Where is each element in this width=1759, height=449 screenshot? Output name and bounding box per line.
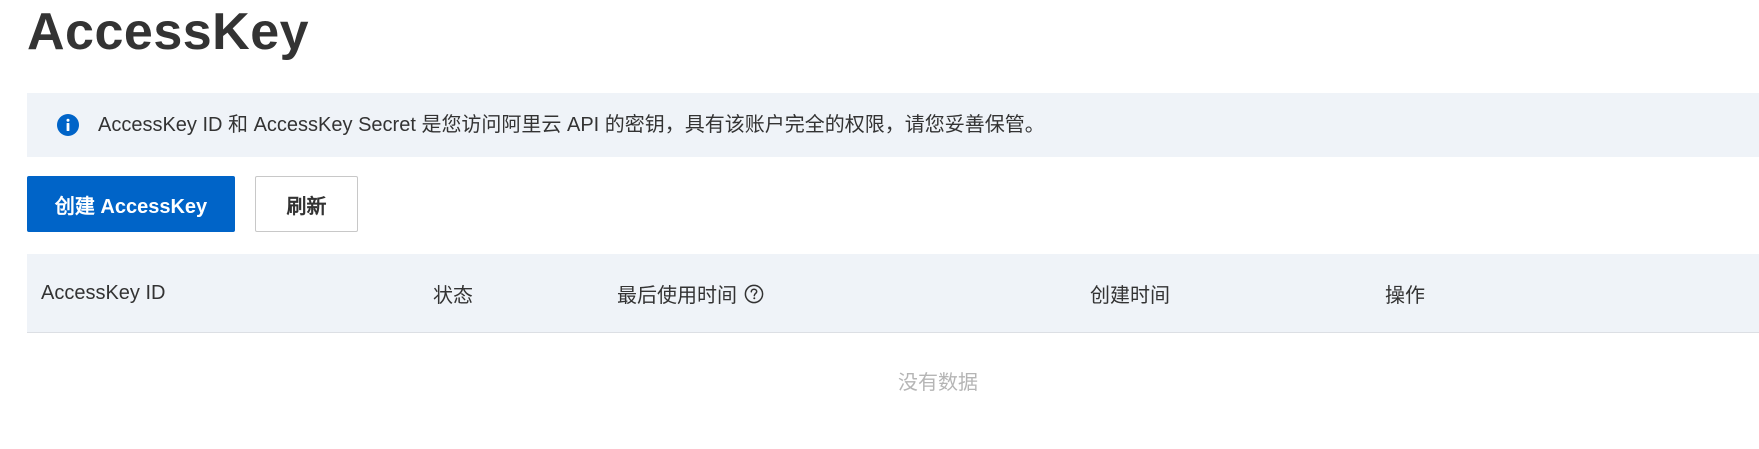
info-notice: AccessKey ID 和 AccessKey Secret 是您访问阿里云 …: [27, 93, 1759, 157]
page: AccessKey AccessKey ID 和 AccessKey Secre…: [0, 0, 1759, 449]
create-accesskey-button[interactable]: 创建 AccessKey: [27, 176, 235, 232]
column-header-last-used: 最后使用时间: [617, 254, 764, 333]
column-header-label: 创建时间: [1090, 285, 1170, 307]
column-header-label: AccessKey ID: [41, 282, 166, 304]
column-header-label: 操作: [1385, 285, 1425, 307]
notice-text: AccessKey ID 和 AccessKey Secret 是您访问阿里云 …: [98, 114, 1045, 136]
column-header-status: 状态: [433, 254, 473, 333]
table-header: AccessKey ID 状态 最后使用时间 创建时间 操作: [27, 254, 1759, 333]
info-icon: [57, 114, 79, 136]
refresh-button[interactable]: 刷新: [255, 176, 358, 232]
column-header-actions: 操作: [1385, 254, 1425, 333]
help-icon[interactable]: [744, 284, 764, 304]
page-title: AccessKey: [27, 3, 310, 61]
column-header-label: 状态: [433, 285, 473, 307]
column-header-accesskey-id: AccessKey ID: [41, 254, 165, 333]
column-header-created-time: 创建时间: [1090, 254, 1170, 333]
empty-state-text: 没有数据: [898, 372, 978, 394]
column-header-label: 最后使用时间: [617, 285, 737, 307]
accesskey-table: AccessKey ID 状态 最后使用时间 创建时间 操作 没有数据: [27, 254, 1759, 394]
